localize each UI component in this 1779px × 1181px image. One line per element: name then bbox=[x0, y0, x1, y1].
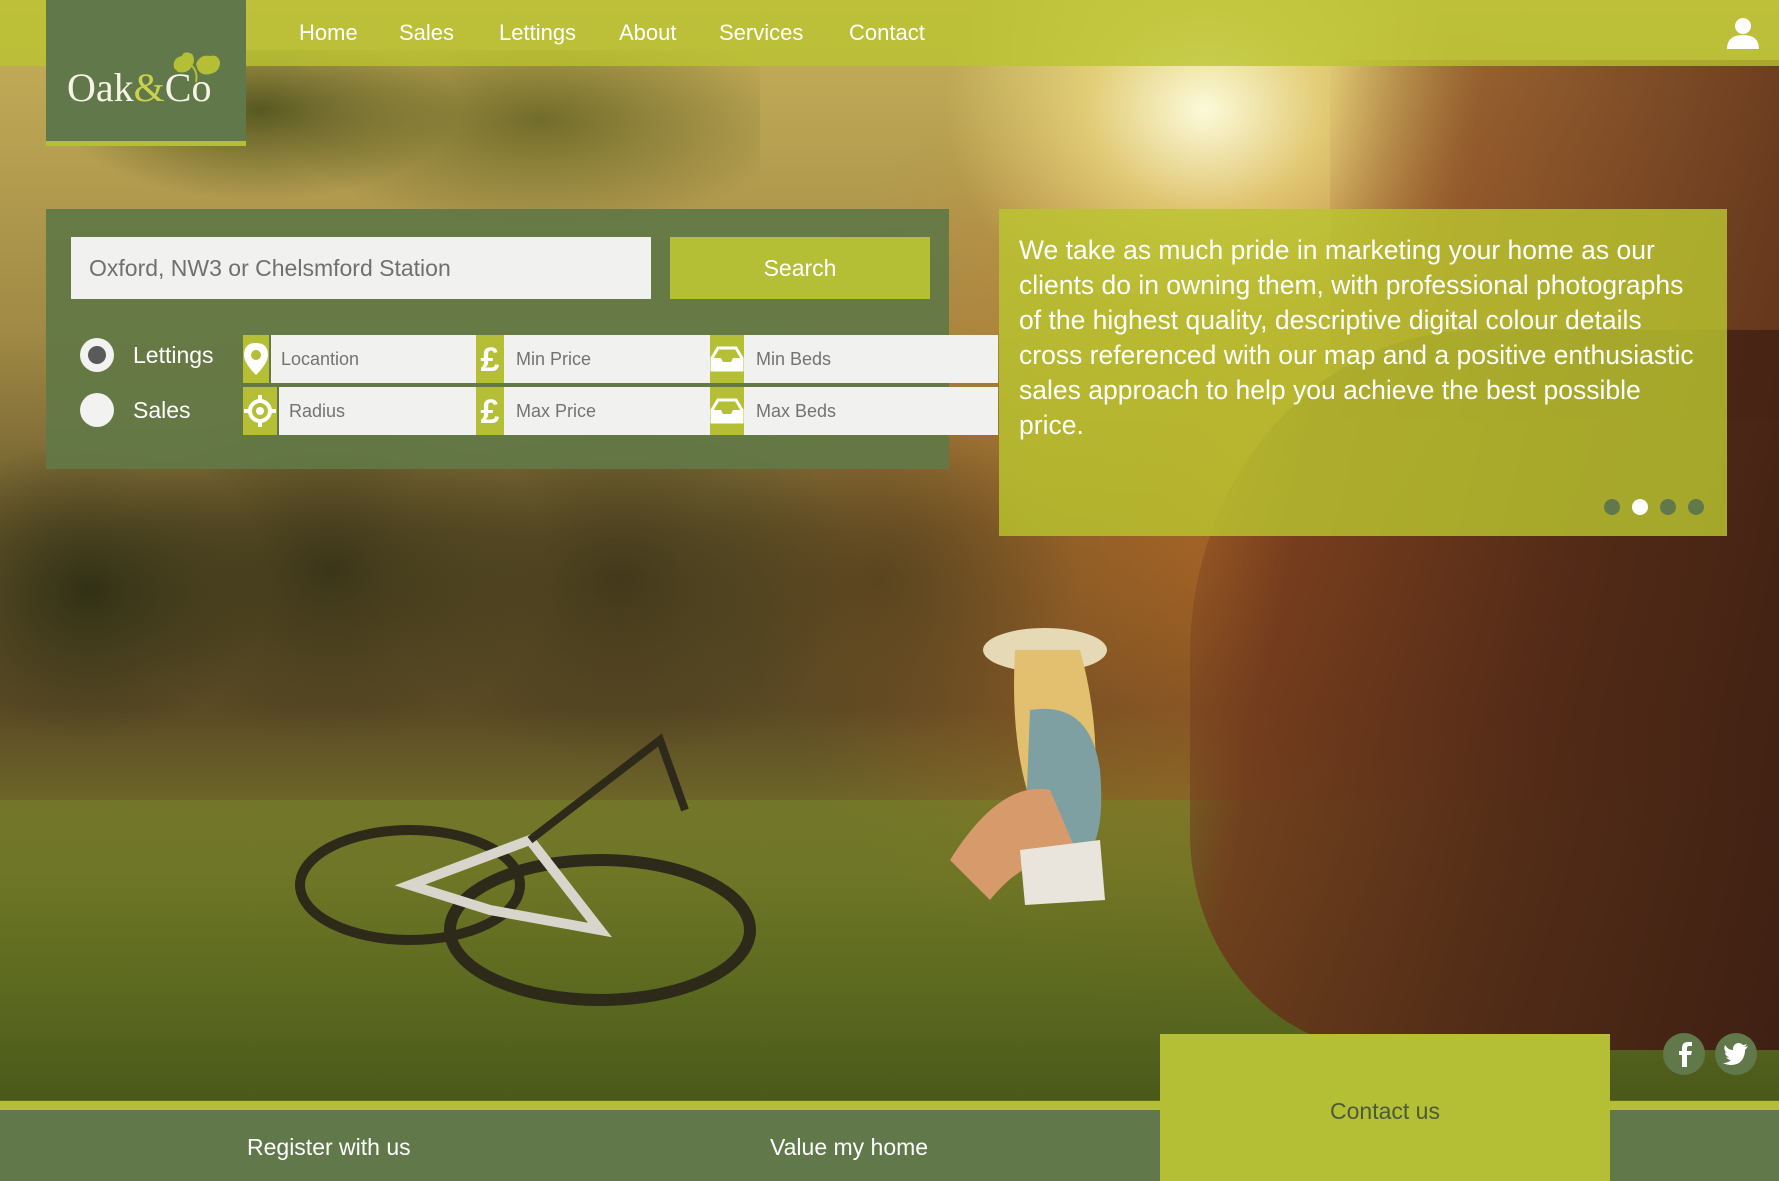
hero-background-image bbox=[0, 0, 1779, 1181]
nav-contact[interactable]: Contact bbox=[849, 20, 925, 46]
carousel-dot-3[interactable] bbox=[1660, 499, 1676, 515]
bed-icon bbox=[710, 335, 744, 383]
search-button[interactable]: Search bbox=[670, 237, 930, 299]
brand-logo[interactable]: Oak&Co bbox=[46, 0, 246, 146]
nav-about[interactable]: About bbox=[619, 20, 677, 46]
top-navigation-bar: Home Sales Lettings About Services Conta… bbox=[0, 0, 1779, 66]
nav-sales[interactable]: Sales bbox=[399, 20, 454, 46]
min-beds-filter bbox=[710, 335, 998, 383]
pound-icon: £ bbox=[476, 387, 504, 435]
radius-filter bbox=[243, 387, 531, 435]
brand-name: Oak&Co bbox=[67, 64, 211, 111]
twitter-icon[interactable] bbox=[1715, 1033, 1757, 1075]
radio-lettings-control[interactable] bbox=[80, 338, 114, 372]
carousel-dot-2[interactable] bbox=[1632, 499, 1648, 515]
contact-us-label: Contact us bbox=[1330, 1098, 1440, 1124]
crosshair-icon bbox=[243, 387, 277, 435]
location-filter bbox=[243, 335, 523, 383]
user-icon[interactable] bbox=[1726, 16, 1760, 50]
woman-illustration bbox=[950, 628, 1107, 905]
radio-sales-control[interactable] bbox=[80, 393, 114, 427]
max-price-filter: £ bbox=[476, 387, 758, 435]
radio-lettings[interactable]: Lettings bbox=[80, 338, 214, 372]
map-pin-icon bbox=[243, 335, 269, 383]
radio-sales[interactable]: Sales bbox=[80, 393, 191, 427]
carousel-dot-1[interactable] bbox=[1604, 499, 1620, 515]
bed-icon bbox=[710, 387, 744, 435]
register-link[interactable]: Register with us bbox=[247, 1134, 411, 1161]
radio-sales-label: Sales bbox=[133, 396, 191, 423]
brand-name-part2: Co bbox=[164, 65, 212, 110]
nav-home[interactable]: Home bbox=[299, 20, 358, 46]
nav-lettings[interactable]: Lettings bbox=[499, 20, 576, 46]
svg-text:£: £ bbox=[481, 394, 500, 428]
brand-ampersand: & bbox=[133, 65, 165, 110]
testimonial-carousel: We take as much pride in marketing your … bbox=[999, 209, 1727, 536]
svg-text:£: £ bbox=[481, 342, 500, 376]
carousel-dot-4[interactable] bbox=[1688, 499, 1704, 515]
radio-lettings-label: Lettings bbox=[133, 341, 214, 368]
search-input[interactable] bbox=[71, 237, 651, 299]
carousel-dots bbox=[1604, 499, 1704, 515]
brand-name-part1: Oak bbox=[67, 65, 134, 110]
max-beds-input[interactable] bbox=[746, 387, 998, 435]
property-search-panel: Search Lettings Sales £ £ bbox=[46, 209, 998, 469]
value-my-home-link[interactable]: Value my home bbox=[770, 1134, 928, 1161]
carousel-text: We take as much pride in marketing your … bbox=[1019, 235, 1694, 440]
contact-us-button[interactable]: Contact us bbox=[1160, 1034, 1610, 1181]
min-beds-input[interactable] bbox=[746, 335, 998, 383]
max-beds-filter bbox=[710, 387, 998, 435]
facebook-icon[interactable] bbox=[1663, 1033, 1705, 1075]
min-price-filter: £ bbox=[476, 335, 758, 383]
nav-services[interactable]: Services bbox=[719, 20, 803, 46]
bicycle-illustration bbox=[295, 733, 756, 1006]
pound-icon: £ bbox=[476, 335, 504, 383]
